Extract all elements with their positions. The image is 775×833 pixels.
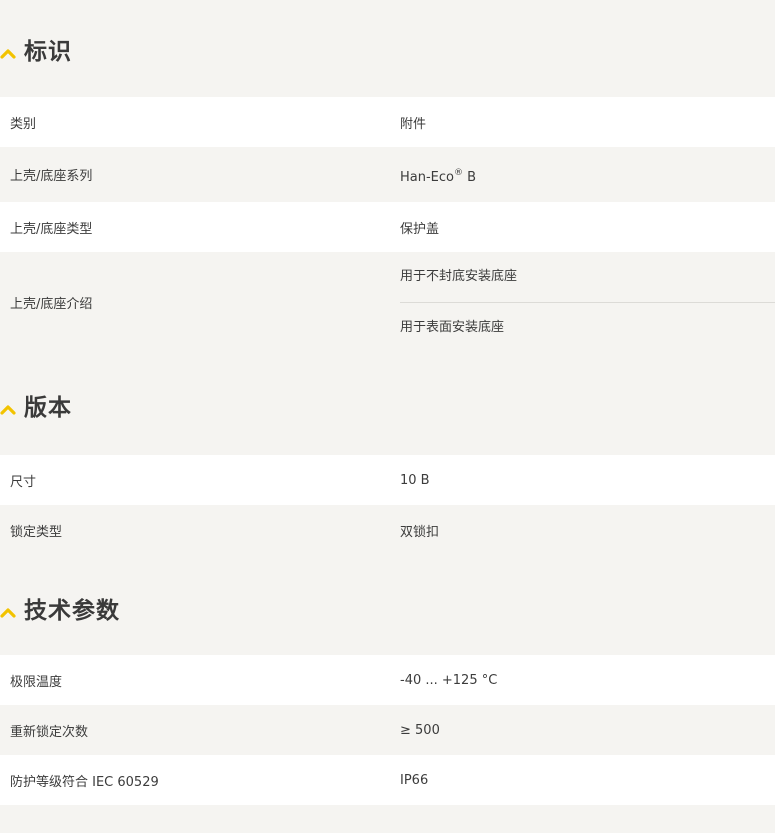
spec-label: 防护等级符合 IEC 60529	[10, 774, 159, 790]
spec-value: -40 ... +125 °C	[400, 672, 498, 688]
spec-row: 防护等级符合 IEC 60529 IP66	[0, 755, 775, 805]
spec-value-main: Han-Eco	[400, 170, 454, 185]
spec-row: 类别 附件	[0, 97, 775, 147]
spec-value-list: 用于不封底安装底座 用于表面安装底座	[400, 252, 775, 352]
spec-label: 重新锁定次数	[10, 724, 89, 740]
section-title: 版本	[24, 395, 72, 421]
chevron-up-icon[interactable]	[0, 46, 16, 60]
spec-value: 10 B	[400, 472, 430, 488]
spec-row: 上壳/底座类型 保护盖	[0, 202, 775, 252]
spec-row: 上壳/底座系列 Han-Eco® B	[0, 147, 775, 202]
spec-row: 极限温度 -40 ... +125 °C	[0, 655, 775, 705]
spec-value: Han-Eco® B	[390, 164, 775, 185]
registered-mark: ®	[454, 168, 463, 178]
spec-value: 保护盖	[400, 221, 440, 237]
spec-value: ≥ 500	[400, 722, 440, 738]
spec-value: 附件	[400, 116, 427, 132]
spec-label: 上壳/底座系列	[10, 169, 93, 184]
section-header-identification[interactable]: 标识	[0, 0, 775, 97]
spec-value: 用于不封底安装底座	[400, 252, 775, 303]
section-header-version[interactable]: 版本	[0, 352, 775, 455]
spec-label: 极限温度	[10, 674, 63, 690]
spec-label: 锁定类型	[10, 524, 63, 540]
spec-row: 重新锁定次数 ≥ 500	[0, 705, 775, 755]
spec-label: 类别	[10, 116, 37, 132]
spec-value: IP66	[400, 772, 429, 788]
spec-label: 上壳/底座类型	[10, 221, 93, 237]
spec-value-tail: B	[463, 170, 477, 185]
spec-value: 用于表面安装底座	[400, 320, 505, 335]
spec-row: 尺寸 10 B	[0, 455, 775, 505]
section-header-technical[interactable]: 技术参数	[0, 555, 775, 655]
spec-value: 双锁扣	[400, 524, 440, 540]
section-title: 标识	[24, 39, 72, 65]
spec-label: 尺寸	[10, 474, 37, 490]
spec-row-multi: 上壳/底座介绍 用于不封底安装底座 用于表面安装底座	[0, 252, 775, 352]
product-spec-page: 标识 类别 附件 上壳/底座系列 Han-Eco® B 上壳/底座类型 保护盖 …	[0, 0, 775, 833]
chevron-up-icon[interactable]	[0, 605, 16, 619]
spec-row: 锁定类型 双锁扣	[0, 505, 775, 555]
spec-label: 上壳/底座介绍	[10, 296, 93, 312]
section-title: 技术参数	[24, 598, 120, 624]
chevron-up-icon[interactable]	[0, 402, 16, 416]
